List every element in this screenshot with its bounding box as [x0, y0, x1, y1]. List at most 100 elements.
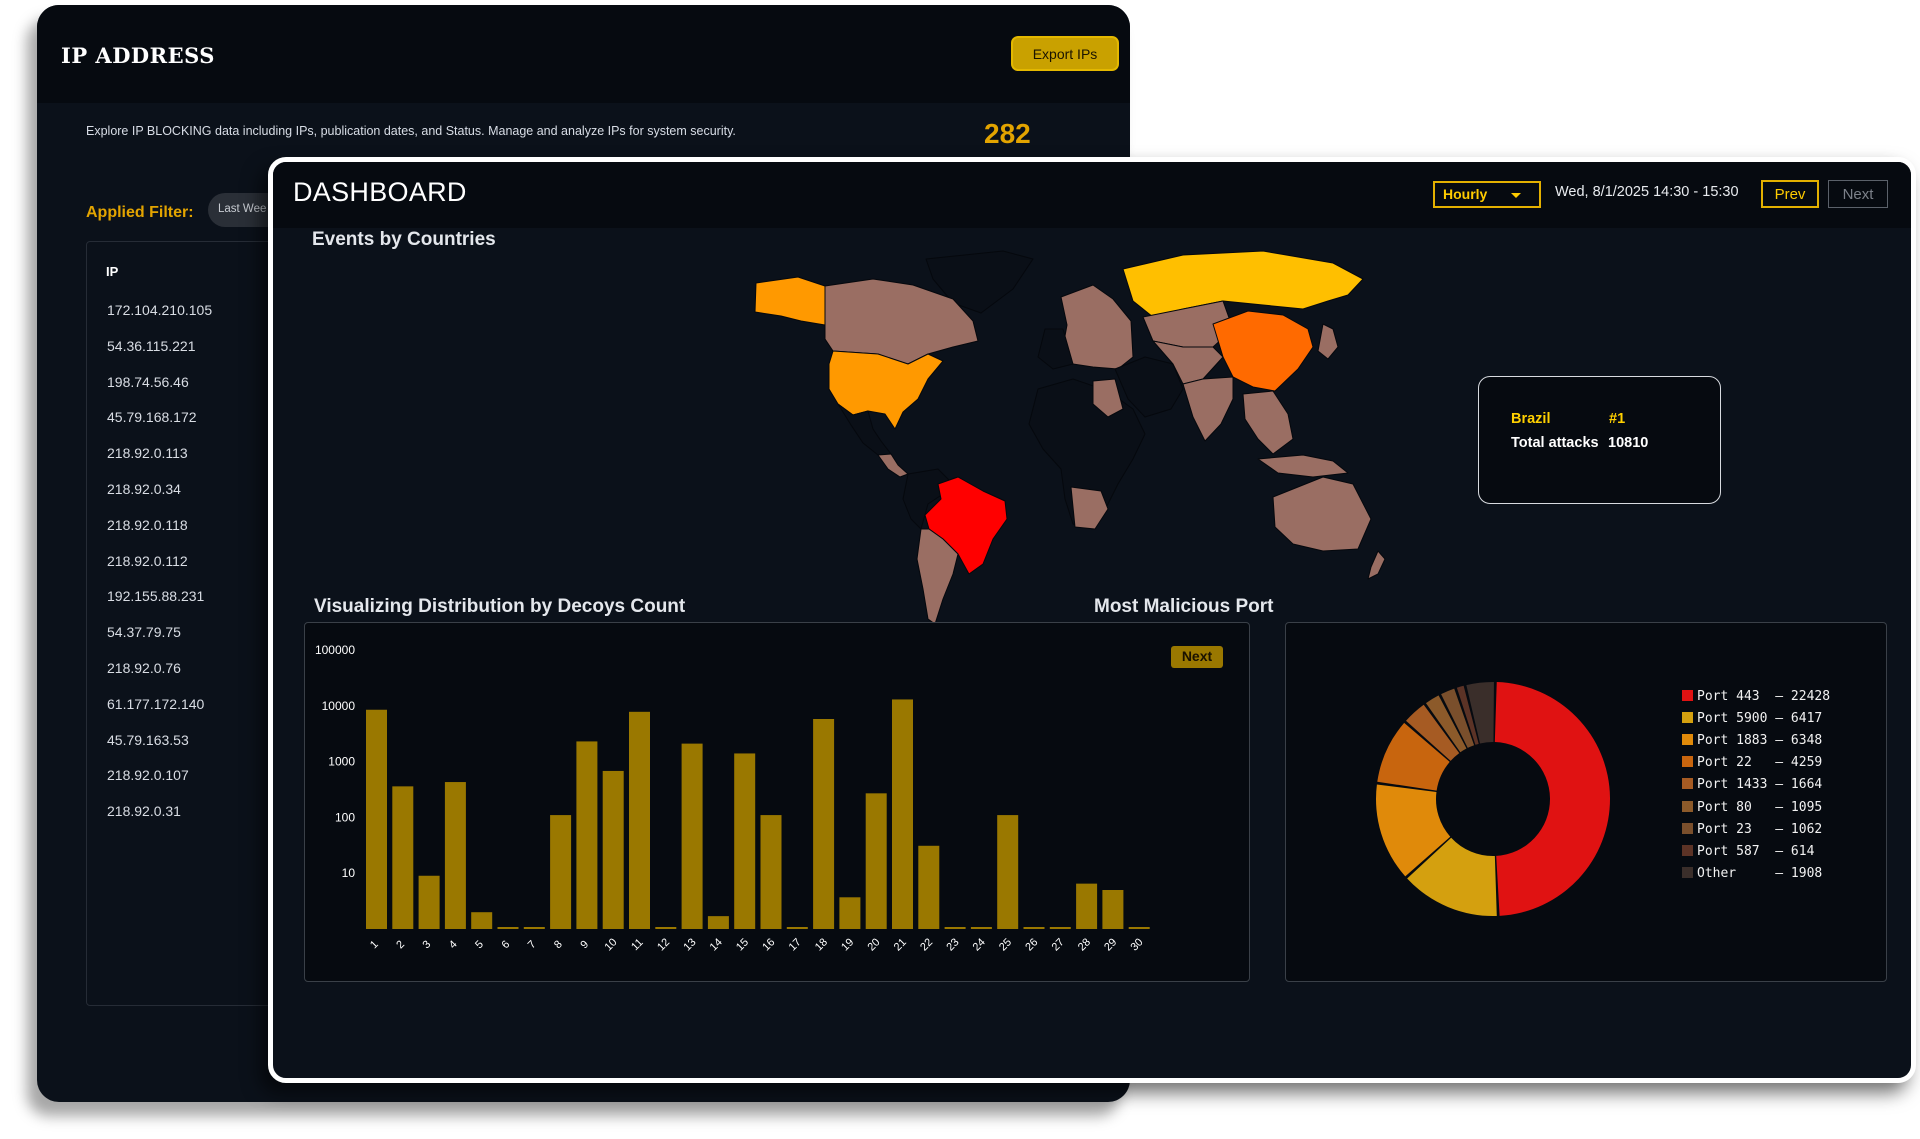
port-legend-item: Port 587 – 614: [1682, 844, 1814, 864]
decoy-bar[interactable]: [681, 743, 703, 929]
x-tick-label: 29: [1102, 936, 1119, 953]
port-legend-item: Port 1883 – 6348: [1682, 733, 1822, 753]
legend-label: Port 23 – 1062: [1697, 821, 1823, 837]
port-legend-item: Port 22 – 4259: [1682, 755, 1822, 775]
ip-row[interactable]: 198.74.56.46: [107, 374, 189, 390]
ip-row[interactable]: 172.104.210.105: [107, 302, 212, 318]
decoy-bar[interactable]: [997, 815, 1019, 929]
ip-row[interactable]: 218.92.0.31: [107, 803, 181, 819]
prev-button[interactable]: Prev: [1761, 180, 1819, 208]
tooltip-rank: #1: [1609, 411, 1626, 427]
decoy-bar[interactable]: [366, 709, 387, 929]
decoys-bar-chart: 100000100001000100101 2 3 4 5 6 7 8 9 10 11 12 13 14 1…: [315, 643, 1150, 953]
legend-swatch: [1682, 822, 1693, 834]
legend-swatch: [1682, 756, 1693, 768]
tooltip-metric-value: 10810: [1608, 435, 1649, 451]
legend-label: Port 443 – 22428: [1697, 689, 1831, 704]
decoy-bar[interactable]: [629, 711, 650, 929]
decoy-bar[interactable]: [550, 815, 572, 929]
x-tick-label: 1: [368, 938, 381, 951]
decoy-bar[interactable]: [523, 927, 545, 929]
decoy-bar[interactable]: [602, 770, 624, 929]
ip-row[interactable]: 218.92.0.107: [107, 767, 189, 783]
decoy-bar[interactable]: [1102, 889, 1124, 929]
map-country-australia[interactable]: [1272, 476, 1372, 552]
map-country-new-zealand[interactable]: [1367, 550, 1386, 580]
map-country-russia[interactable]: [1122, 250, 1364, 318]
legend-label: Port 1883 – 6348: [1697, 733, 1823, 749]
map-country-japan[interactable]: [1317, 323, 1339, 360]
world-map[interactable]: [533, 229, 1393, 629]
decoy-bar[interactable]: [418, 875, 440, 929]
port-legend-item: Port 80 – 1095: [1682, 800, 1822, 820]
export-ips-button[interactable]: Export IPs: [1011, 36, 1119, 71]
decoy-bar[interactable]: [1023, 927, 1045, 929]
ip-row[interactable]: 218.92.0.76: [107, 660, 181, 676]
port-legend-item: Port 5900 – 6417: [1682, 711, 1822, 731]
interval-select[interactable]: Hourly: [1433, 181, 1541, 208]
map-country-southeast-asia[interactable]: [1242, 390, 1294, 455]
ip-row[interactable]: 218.92.0.34: [107, 481, 181, 497]
x-tick-label: 8: [552, 938, 565, 951]
ip-panel-title: IP ADDRESS: [61, 43, 215, 68]
decoy-bar[interactable]: [655, 927, 677, 929]
map-country-alaska[interactable]: [754, 276, 826, 326]
map-title: Events by Countries: [312, 229, 496, 250]
x-tick-label: 21: [892, 936, 909, 953]
decoys-chart-title: Visualizing Distribution by Decoys Count: [314, 596, 686, 617]
decoy-bar[interactable]: [392, 786, 414, 929]
port-slice[interactable]: [1494, 682, 1610, 916]
decoy-bar[interactable]: [786, 927, 808, 929]
decoy-bar[interactable]: [970, 927, 992, 929]
map-country-central-america[interactable]: [877, 453, 909, 478]
decoy-bar[interactable]: [918, 845, 940, 929]
ip-row[interactable]: 192.155.88.231: [107, 588, 204, 604]
y-tick-label: 10: [342, 866, 356, 880]
decoy-bar[interactable]: [497, 927, 519, 929]
x-tick-label: 12: [655, 936, 672, 953]
decoy-bar[interactable]: [576, 741, 598, 929]
ip-row[interactable]: 45.79.168.172: [107, 409, 197, 425]
map-country-indonesia[interactable]: [1257, 454, 1349, 478]
map-country-india[interactable]: [1182, 376, 1234, 442]
x-tick-label: 20: [866, 936, 883, 953]
ip-row[interactable]: 45.79.163.53: [107, 732, 189, 748]
decoy-bar[interactable]: [760, 815, 782, 929]
ports-chart-title: Most Malicious Port: [1094, 596, 1274, 617]
ip-row[interactable]: 218.92.0.113: [107, 445, 188, 461]
ip-row[interactable]: 218.92.0.118: [107, 517, 188, 533]
map-country-europe[interactable]: [1060, 284, 1134, 370]
next-button[interactable]: Next: [1828, 180, 1888, 208]
x-tick-label: 5: [473, 938, 486, 951]
decoy-bar[interactable]: [813, 719, 835, 929]
decoys-next-button[interactable]: Next: [1171, 646, 1223, 668]
ip-row[interactable]: 54.37.79.75: [107, 624, 181, 640]
decoy-bar[interactable]: [892, 699, 913, 929]
decoy-bar[interactable]: [865, 793, 887, 929]
decoy-bar[interactable]: [944, 927, 966, 929]
decoy-bar[interactable]: [1049, 927, 1071, 929]
decoy-bar[interactable]: [707, 916, 729, 929]
decoy-bar[interactable]: [839, 897, 861, 929]
decoy-bar[interactable]: [444, 782, 466, 929]
chevron-down-icon: [1511, 193, 1521, 198]
y-tick-label: 100: [335, 810, 355, 824]
decoy-bar[interactable]: [1128, 927, 1150, 929]
ip-row[interactable]: 218.92.0.112: [107, 553, 188, 569]
y-tick-label: 100000: [315, 643, 355, 657]
decoy-bar[interactable]: [471, 912, 493, 929]
ip-row[interactable]: 61.177.172.140: [107, 696, 204, 712]
decoy-bar[interactable]: [734, 753, 756, 929]
x-tick-label: 26: [1023, 936, 1040, 953]
x-tick-label: 14: [708, 936, 725, 953]
ip-row[interactable]: 54.36.115.221: [107, 338, 196, 354]
map-tooltip: Brazil #1 Total attacks 10810: [1478, 376, 1721, 504]
ip-panel-header: IP ADDRESS Export IPs: [37, 5, 1130, 103]
x-tick-label: 22: [918, 936, 935, 953]
decoy-bar[interactable]: [1076, 883, 1098, 929]
ip-column-header: IP: [106, 264, 119, 279]
legend-label: Port 587 – 614: [1697, 843, 1815, 859]
x-tick-label: 16: [760, 936, 777, 953]
legend-swatch: [1682, 778, 1693, 790]
x-tick-label: 28: [1076, 936, 1093, 953]
